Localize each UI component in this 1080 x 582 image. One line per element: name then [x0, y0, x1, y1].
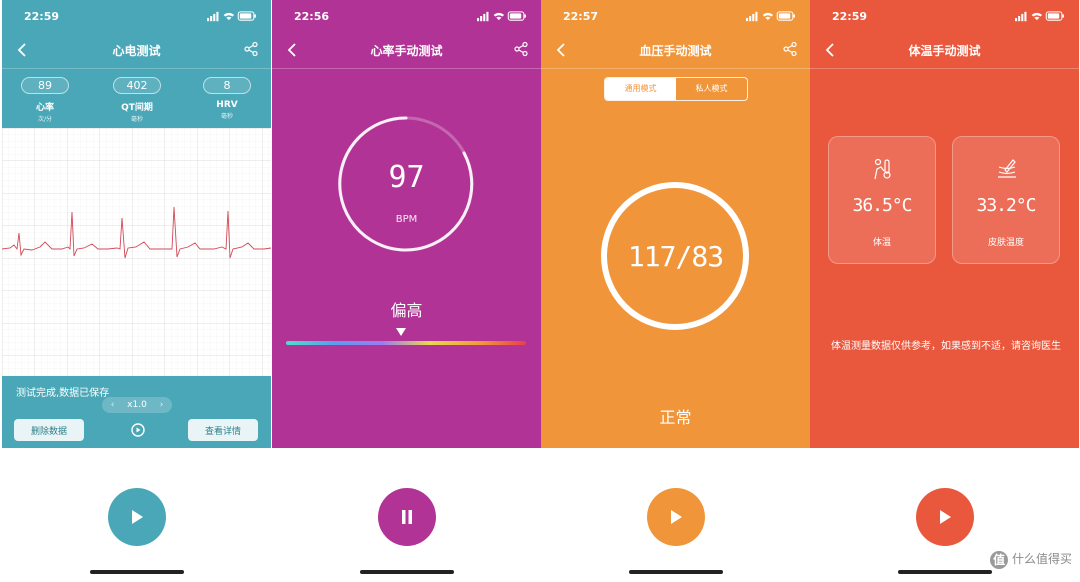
temperature-screen: 22:59 体温手动测试 36.5°C 体温 33.2°C 皮肤温度 体温测量数… [810, 0, 1079, 448]
phone-ecg: 22:59 心电测试 89 心率 次/分 402 QT间期 毫秒 8 HRV 毫… [2, 0, 271, 582]
play-icon [671, 510, 682, 524]
view-details-button[interactable]: 查看详情 [188, 419, 258, 441]
blood-pressure-screen: 22:57 血压手动测试 通用模式 私人模式 117/83 正常 [541, 0, 810, 448]
watermark: 值 什么值得买 [990, 549, 1072, 569]
level-spectrum-bar [286, 341, 526, 345]
metric-value: 402 [113, 77, 161, 94]
metric-label: 心率 [35, 103, 54, 113]
skin-temperature-label: 皮肤温度 [987, 238, 1024, 248]
thermometer-skin-icon [998, 159, 1016, 178]
ecg-screen: 22:59 心电测试 89 心率 次/分 402 QT间期 毫秒 8 HRV 毫… [2, 0, 271, 448]
status-bar: 22:56 [272, 0, 541, 32]
tab-general-mode[interactable]: 通用模式 [605, 78, 676, 100]
watermark-logo: 值 [990, 550, 1009, 569]
heart-rate-unit: BPM [395, 214, 418, 225]
status-time: 22:56 [294, 10, 330, 23]
status-bar: 22:59 [810, 0, 1079, 32]
phone-temperature: 22:59 体温手动测试 36.5°C 体温 33.2°C 皮肤温度 体温测量数… [810, 0, 1079, 582]
signal-wifi-battery-icon [1015, 11, 1065, 22]
watermark-text: 什么值得买 [1011, 552, 1072, 566]
speed-value: x1.0 [127, 400, 147, 410]
phone-heart-rate: 22:56 心率手动测试 97 BPM 偏高 [272, 0, 541, 582]
share-icon[interactable] [513, 41, 529, 57]
blood-pressure-status: 正常 [659, 408, 692, 427]
status-time: 22:57 [563, 10, 599, 23]
disclaimer-text: 体温测量数据仅供参考，如果感到不适，请咨询医生 [831, 341, 1061, 352]
play-icon [132, 510, 143, 524]
page-title: 体温手动测试 [908, 44, 981, 58]
metric-value: 8 [203, 77, 251, 94]
chevron-right-icon[interactable]: › [160, 400, 164, 410]
page-title: 血压手动测试 [639, 44, 712, 58]
heart-rate-value: 97 [388, 160, 425, 195]
body-temperature-card: 36.5°C 体温 [828, 136, 936, 264]
playback-speed-selector[interactable]: ‹ x1.0 › [102, 397, 172, 413]
delete-data-button[interactable]: 删除数据 [14, 419, 84, 441]
share-icon[interactable] [782, 41, 798, 57]
share-icon[interactable] [243, 41, 259, 57]
pause-icon [402, 510, 412, 524]
status-time: 22:59 [24, 10, 60, 23]
ecg-waveform [2, 128, 271, 376]
status-time: 22:59 [832, 10, 868, 23]
metric-unit: 毫秒 [130, 116, 143, 123]
skin-temperature-card: 33.2°C 皮肤温度 [952, 136, 1060, 264]
page-title: 心电测试 [112, 44, 161, 58]
play-icon [940, 510, 951, 524]
metric-qt-interval: 402 QT间期 毫秒 [102, 74, 172, 123]
ecg-metrics: 89 心率 次/分 402 QT间期 毫秒 8 HRV 毫秒 [2, 68, 271, 128]
signal-wifi-battery-icon [746, 11, 796, 22]
tab-private-mode[interactable]: 私人模式 [676, 78, 747, 100]
nav-bar: 体温手动测试 [810, 32, 1079, 69]
metric-label: QT间期 [121, 103, 153, 113]
ecg-grid [2, 128, 271, 376]
metric-value: 89 [21, 77, 69, 94]
phone-blood-pressure: 22:57 血压手动测试 通用模式 私人模式 117/83 正常 [541, 0, 810, 582]
page-title: 心率手动测试 [370, 44, 443, 58]
metric-unit: 毫秒 [220, 113, 233, 120]
signal-wifi-battery-icon [477, 11, 527, 22]
body-temperature-label: 体温 [872, 238, 891, 248]
blood-pressure-value: 117/83 [627, 240, 724, 273]
mode-selector: 通用模式 私人模式 [604, 77, 748, 101]
home-indicator[interactable] [90, 570, 184, 574]
ecg-bottom-bar: 测试完成,数据已保存 ‹ x1.0 › 删除数据 查看详情 [2, 376, 271, 448]
nav-bar: 心电测试 [2, 32, 271, 69]
play-button[interactable] [916, 488, 974, 546]
pause-button[interactable] [378, 488, 436, 546]
signal-wifi-battery-icon [207, 11, 257, 22]
status-message: 测试完成,数据已保存 [16, 388, 110, 399]
body-temperature-value: 36.5°C [852, 195, 912, 216]
heart-rate-status: 偏高 [390, 301, 423, 320]
home-indicator[interactable] [360, 570, 454, 574]
status-bar: 22:57 [541, 0, 810, 32]
home-indicator[interactable] [898, 570, 992, 574]
play-button[interactable] [647, 488, 705, 546]
home-indicator[interactable] [629, 570, 723, 574]
nav-bar: 血压手动测试 [541, 32, 810, 69]
play-button[interactable] [108, 488, 166, 546]
metric-hrv: 8 HRV 毫秒 [192, 74, 262, 120]
metric-label: HRV [216, 100, 238, 110]
level-marker-icon [396, 328, 406, 336]
metric-unit: 次/分 [37, 116, 53, 123]
thermometer-body-icon [874, 158, 891, 180]
status-bar: 22:59 [2, 0, 271, 32]
nav-bar: 心率手动测试 [272, 32, 541, 69]
heart-rate-screen: 22:56 心率手动测试 97 BPM 偏高 [272, 0, 541, 448]
metric-heart-rate: 89 心率 次/分 [10, 74, 80, 123]
replay-icon[interactable] [130, 422, 146, 438]
chevron-left-icon[interactable]: ‹ [111, 400, 115, 410]
skin-temperature-value: 33.2°C [976, 195, 1036, 216]
